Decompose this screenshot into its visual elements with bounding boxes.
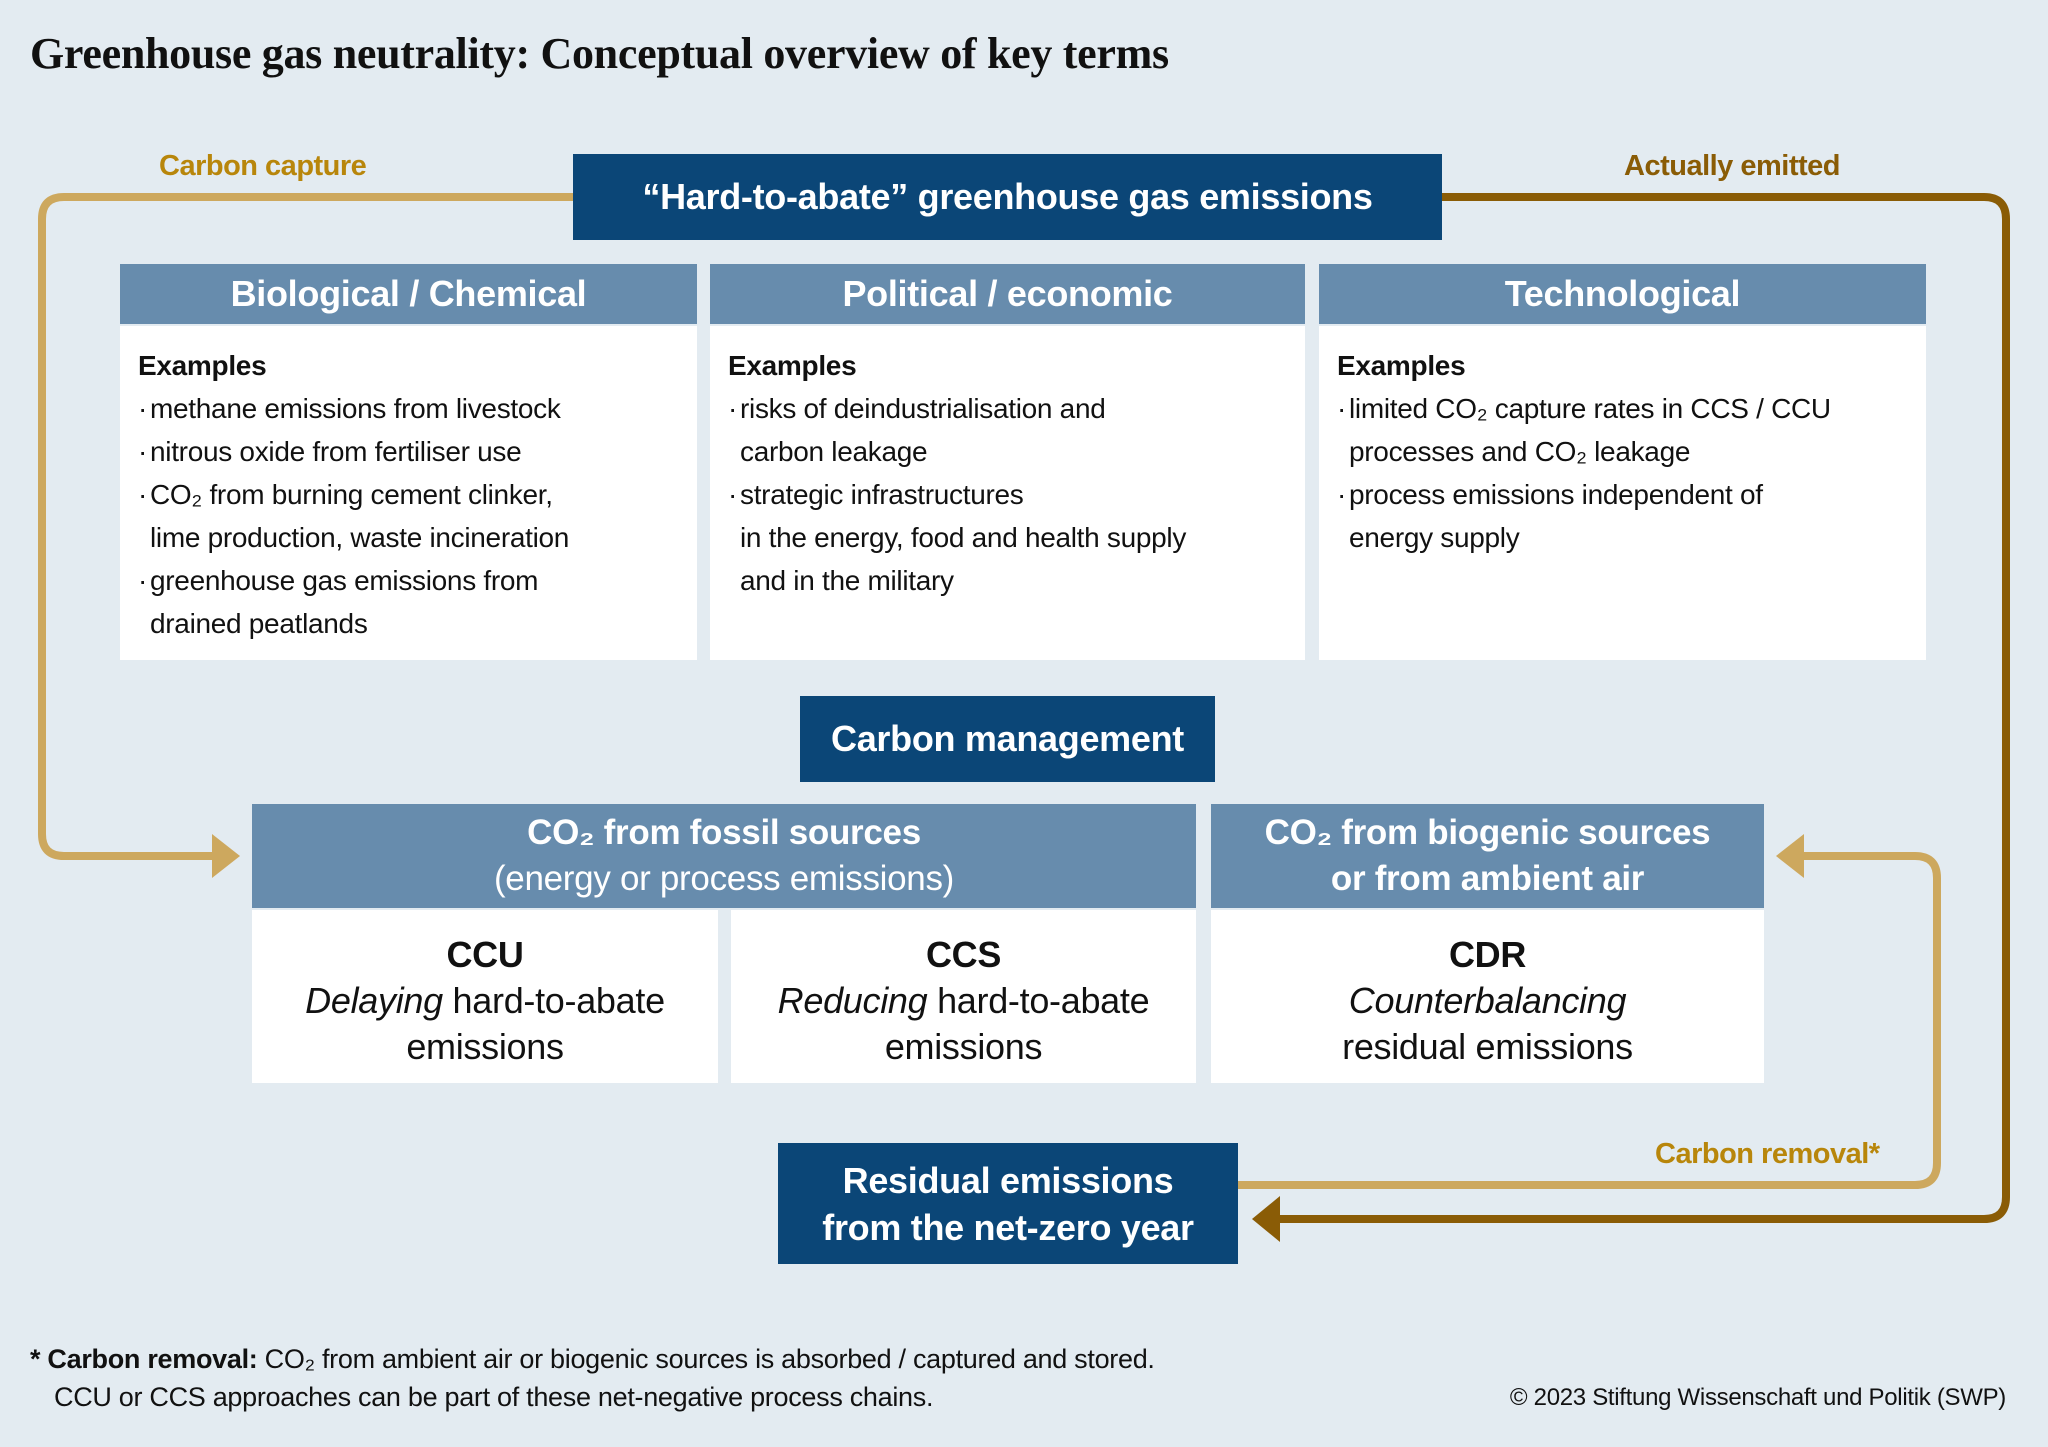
carbon-capture-arrowhead [212,834,240,878]
term-acronym: CCU [446,934,524,975]
biogenic-header-line2: or from ambient air [1330,859,1645,898]
example-item: CO₂ from burning cement clinker,lime pro… [138,473,697,559]
example-item: risks of deindustrialisation andcarbon l… [728,387,1305,473]
term-line2: emissions [884,1026,1043,1067]
copyright: © 2023 Stiftung Wissenschaft und Politik… [1509,1384,2006,1411]
examples-label: Examples [138,350,267,381]
carbon-management-box: Carbon management [800,696,1215,782]
term-line2: emissions [406,1026,564,1067]
example-item: strategic infrastructuresin the energy, … [728,473,1305,602]
footnote-marker: * [30,1344,41,1374]
category-header-biological: Biological / Chemical [120,264,697,324]
term-cdr: CDR Counterbalancing residual emissions [1211,910,1764,1083]
example-item: greenhouse gas emissions fromdrained pea… [138,559,697,645]
carbon-capture-label: Carbon capture [159,150,367,182]
category-header-political: Political / economic [710,264,1305,324]
example-item: nitrous oxide from fertiliser use [138,430,697,473]
page-title: Greenhouse gas neutrality: Conceptual ov… [30,29,1169,78]
carbon-removal-label: Carbon removal* [1655,1138,1880,1170]
residual-line2: from the net-zero year [822,1206,1194,1248]
biogenic-sources-header: CO₂ from biogenic sources or from ambien… [1211,804,1764,908]
category-examples-biological: Examples methane emissions from livestoc… [120,326,697,660]
examples-label: Examples [1337,350,1466,381]
residual-emissions-box: Residual emissions from the net-zero yea… [778,1143,1238,1264]
residual-line1: Residual emissions [842,1159,1174,1201]
term-emphasis: Delaying [305,980,443,1021]
footnote-line1: CO₂ from ambient air or biogenic sources… [257,1344,1155,1374]
category-header-technological: Technological [1319,264,1926,324]
carbon-removal-arrowhead [1776,834,1804,878]
fossil-header-subtitle: (energy or process emissions) [493,859,955,898]
term-acronym: CDR [1448,934,1527,975]
fossil-header-title: CO₂ from fossil sources [527,813,921,852]
hard-to-abate-title: “Hard-to-abate” greenhouse gas emissions [642,176,1373,217]
footnote-term: Carbon removal: [47,1344,258,1374]
footnote-line2: CCU or CCS approaches can be part of the… [54,1382,934,1412]
category-examples-technological: Examples limited CO₂ capture rates in CC… [1319,326,1926,660]
term-emphasis: Counterbalancing [1348,980,1627,1021]
hard-to-abate-box: “Hard-to-abate” greenhouse gas emissions [573,154,1442,240]
example-item: methane emissions from livestock [138,387,697,430]
term-emphasis: Reducing [777,980,928,1021]
term-line2: residual emissions [1342,1026,1633,1067]
fossil-sources-header: CO₂ from fossil sources (energy or proce… [252,804,1196,908]
term-ccs: CCS Reducing hard-to-abate emissions [731,910,1196,1083]
carbon-management-title: Carbon management [831,718,1184,759]
example-item: process emissions independent ofenergy s… [1337,473,1926,559]
footnote: * Carbon removal: CO₂ from ambient air o… [30,1340,1155,1416]
term-acronym: CCS [925,934,1002,975]
biogenic-header-line1: CO₂ from biogenic sources [1264,813,1711,852]
actually-emitted-arrowhead [1252,1196,1280,1242]
examples-label: Examples [728,350,857,381]
term-ccu: CCU Delaying hard-to-abate emissions [252,910,718,1083]
actually-emitted-label: Actually emitted [1624,150,1841,182]
category-examples-political: Examples risks of deindustrialisation an… [710,326,1305,660]
example-item: limited CO₂ capture rates in CCS / CCUpr… [1337,387,1926,473]
